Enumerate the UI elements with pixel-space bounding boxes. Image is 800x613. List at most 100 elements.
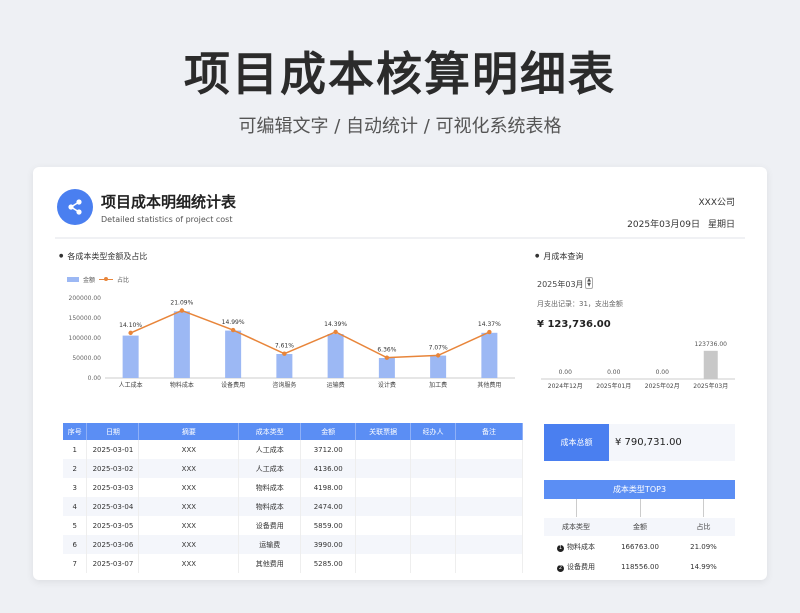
table-cell[interactable]: XXX <box>138 478 240 497</box>
top3-amount: 118556.00 <box>621 563 659 571</box>
top3-header-amount: 金额 <box>633 523 647 531</box>
x-tick-label: 其他费用 <box>477 381 501 389</box>
table-cell[interactable]: 1 <box>63 440 88 459</box>
table-cell[interactable]: 4 <box>63 497 88 516</box>
ratio-point <box>487 329 492 335</box>
table-row[interactable]: 5 2025-03-05 XXX 设备费用 5859.00 <box>63 516 523 535</box>
table-cell[interactable] <box>455 459 523 478</box>
table-row[interactable]: 2 2025-03-02 XXX 人工成本 4136.00 <box>63 459 523 478</box>
y-tick-label: 0.00 <box>88 375 102 382</box>
table-cell[interactable]: 4198.00 <box>300 478 357 497</box>
table-cell[interactable] <box>455 516 523 535</box>
ratio-point <box>384 355 390 360</box>
table-cell[interactable]: 2025-03-05 <box>86 516 140 535</box>
bar <box>173 311 190 378</box>
table-cell[interactable]: 人工成本 <box>238 440 302 459</box>
table-cell[interactable]: 2025-03-06 <box>86 535 140 554</box>
table-cell[interactable]: 2 <box>63 459 88 478</box>
table-cell[interactable] <box>455 478 523 497</box>
top3-type-cell: 2 设备费用 <box>544 558 608 576</box>
ratio-point <box>333 329 338 335</box>
table-cell[interactable] <box>410 516 457 535</box>
table-row[interactable]: 7 2025-03-07 XXX 其他费用 5285.00 <box>63 554 523 573</box>
table-row[interactable]: 6 2025-03-06 XXX 运输费 3990.00 <box>63 535 523 554</box>
table-cell[interactable]: 7 <box>63 554 88 573</box>
table-cell[interactable]: 物料成本 <box>238 497 302 516</box>
share-nodes-icon <box>68 199 82 215</box>
table-cell[interactable]: 运输费 <box>238 535 302 554</box>
table-cell[interactable]: XXX <box>138 535 240 554</box>
table-row[interactable]: 4 2025-03-04 XXX 物料成本 2474.00 <box>63 497 523 516</box>
divider <box>55 237 745 239</box>
report-header: 项目成本明细统计表 Detailed statistics of project… <box>55 183 745 235</box>
ratio-label: 14.39% <box>324 321 347 328</box>
table-cell[interactable] <box>455 440 523 459</box>
table-cell[interactable]: 人工成本 <box>238 459 302 478</box>
table-cell[interactable]: 2025-03-04 <box>86 497 140 516</box>
table-cell[interactable]: XXX <box>138 440 240 459</box>
table-cell[interactable]: 设备费用 <box>238 516 302 535</box>
table-cell[interactable] <box>355 497 412 516</box>
table-cell[interactable]: 6 <box>63 535 88 554</box>
table-row[interactable]: 1 2025-03-01 XXX 人工成本 3712.00 <box>63 440 523 459</box>
table-row[interactable]: 3 2025-03-03 XXX 物料成本 4198.00 <box>63 478 523 497</box>
table-cell[interactable] <box>410 440 457 459</box>
table-cell[interactable] <box>355 516 412 535</box>
table-cell[interactable]: 5859.00 <box>300 516 357 535</box>
top3-title: 成本类型TOP3 <box>544 480 735 499</box>
table-cell[interactable]: 物料成本 <box>238 478 302 497</box>
table-cell[interactable]: 其他费用 <box>238 554 302 573</box>
data-label: 0.00 <box>559 369 573 376</box>
table-cell[interactable]: 4136.00 <box>300 459 357 478</box>
table-cell[interactable] <box>355 459 412 478</box>
x-tick-label: 物料成本 <box>170 381 194 389</box>
ratio-point <box>128 330 133 336</box>
table-cell[interactable] <box>410 554 457 573</box>
cost-detail-table: 序号 日期 摘要 成本类型 金额 关联票据 经办人 备注 1 2025-03-01 XXX 人工成本… <box>63 423 523 573</box>
table-cell[interactable]: 2025-03-02 <box>86 459 140 478</box>
ratio-label: 7.61% <box>275 343 294 350</box>
top3-row: 2 设备费用 118556.00 14.99% <box>544 558 735 578</box>
ratio-label: 14.37% <box>478 321 501 328</box>
table-cell[interactable] <box>410 497 457 516</box>
table-cell[interactable]: 5285.00 <box>300 554 357 573</box>
table-cell[interactable]: 2474.00 <box>300 497 357 516</box>
x-tick-label: 设备费用 <box>221 381 245 389</box>
top3-amount: 166763.00 <box>621 543 659 551</box>
table-cell[interactable]: 3 <box>63 478 88 497</box>
logo <box>57 189 93 225</box>
table-cell[interactable]: XXX <box>138 554 240 573</box>
table-cell[interactable] <box>455 535 523 554</box>
table-cell[interactable]: XXX <box>138 516 240 535</box>
monthly-cost-panel: 月成本查询 2025年03月 ▲▼ 月支出记录：31，支出金额 ¥ 123,73… <box>535 243 745 403</box>
table-cell[interactable] <box>455 554 523 573</box>
table-cell[interactable] <box>410 459 457 478</box>
table-cell[interactable]: 5 <box>63 516 88 535</box>
table-cell[interactable]: 3712.00 <box>300 440 357 459</box>
ratio-point <box>230 327 236 333</box>
date-text: 2025年03月09日 <box>627 220 700 230</box>
weekday-text: 星期日 <box>707 220 735 230</box>
table-cell[interactable] <box>410 535 457 554</box>
table-cell[interactable]: 2025-03-07 <box>86 554 140 573</box>
table-cell[interactable] <box>410 478 457 497</box>
table-cell[interactable]: XXX <box>138 497 240 516</box>
table-cell[interactable]: XXX <box>138 459 240 478</box>
table-header-cell: 经办人 <box>410 423 457 440</box>
table-cell[interactable]: 2025-03-03 <box>86 478 140 497</box>
bar <box>276 354 293 378</box>
table-cell[interactable] <box>355 478 412 497</box>
total-cost-label: 成本总额 <box>544 424 609 461</box>
x-tick-label: 2024年12月 <box>548 382 583 390</box>
bar <box>430 355 447 378</box>
table-cell[interactable]: 2025-03-01 <box>86 440 140 459</box>
table-cell[interactable] <box>355 554 412 573</box>
table-cell[interactable] <box>355 535 412 554</box>
table-cell[interactable] <box>355 440 412 459</box>
table-cell[interactable]: 3990.00 <box>300 535 357 554</box>
connector-line <box>576 499 577 517</box>
table-cell[interactable] <box>455 497 523 516</box>
y-tick-label: 200000.00 <box>69 295 102 302</box>
table-header-cell: 序号 <box>63 423 88 440</box>
bar <box>225 330 242 378</box>
